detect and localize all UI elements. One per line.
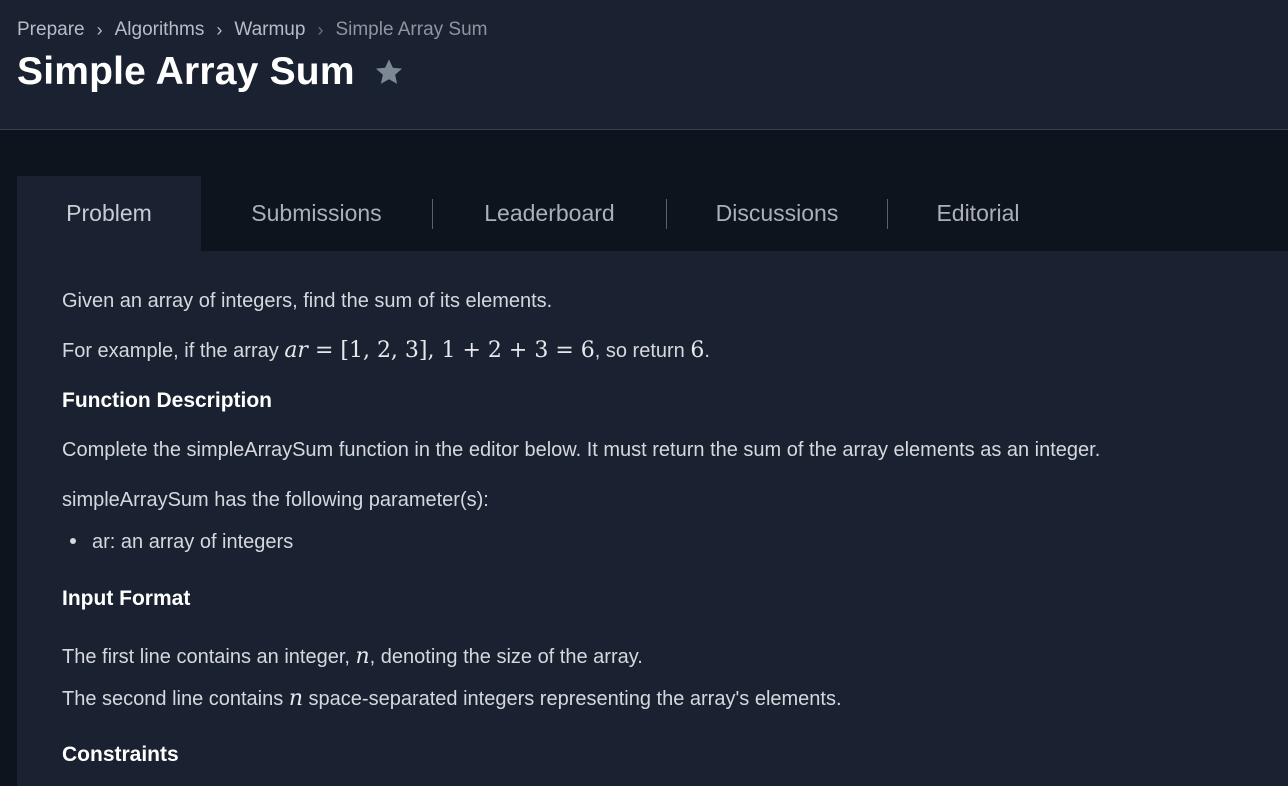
input-format-heading: Input Format [62,587,191,610]
chevron-right-icon: › [317,19,324,40]
function-description-text: Complete the simpleArraySum function in … [62,439,1101,461]
intro-text: Given an array of integers, find the sum… [62,290,553,312]
tab-bar: Problem Submissions Leaderboard Discussi… [17,176,1288,251]
tab-editorial[interactable]: Editorial [888,176,1068,251]
chevron-right-icon: › [96,19,103,40]
function-description-heading: Function Description [62,389,272,412]
breadcrumb: Prepare › Algorithms › Warmup › Simple A… [17,19,488,41]
breadcrumb-warmup[interactable]: Warmup [234,19,305,41]
tab-label: Leaderboard [484,200,615,226]
example-math: ar = [1, 2, 3], 1 + 2 + 3 = 6 [284,338,595,363]
page-title: Simple Array Sum [17,50,355,93]
chevron-right-icon: › [216,19,223,40]
constraints-heading: Constraints [62,743,179,766]
breadcrumb-prepare[interactable]: Prepare [17,19,85,41]
tab-label: Discussions [715,200,839,226]
tab-label: Submissions [251,200,382,226]
tab-submissions[interactable]: Submissions [201,176,432,251]
breadcrumb-algorithms[interactable]: Algorithms [115,19,205,41]
input-line-2: The second line contains n space-separat… [62,686,842,711]
example-text: For example, if the array ar = [1, 2, 3]… [62,338,710,363]
tab-leaderboard[interactable]: Leaderboard [433,176,666,251]
star-icon[interactable] [373,56,405,88]
bullet-icon [70,537,76,544]
tab-label: Problem [66,200,152,226]
tab-label: Editorial [936,200,1020,226]
input-line-1: The first line contains an integer, n, d… [62,644,643,669]
page-header: Prepare › Algorithms › Warmup › Simple A… [0,0,1288,130]
tab-problem[interactable]: Problem [17,176,201,251]
params-intro: simpleArraySum has the following paramet… [62,489,489,511]
breadcrumb-current: Simple Array Sum [335,19,488,40]
tab-discussions[interactable]: Discussions [667,176,887,251]
list-item: ar: an array of integers [70,531,293,554]
